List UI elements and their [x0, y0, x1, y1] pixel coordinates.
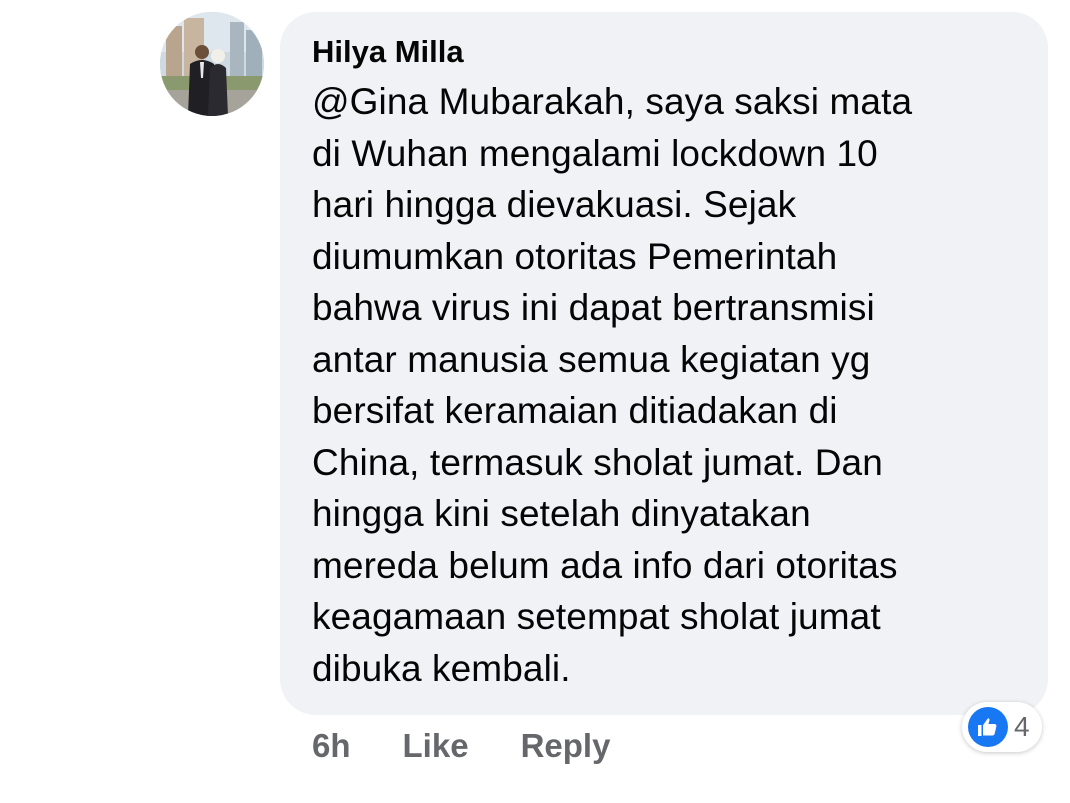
reply-button[interactable]: Reply	[521, 727, 611, 765]
comment-item: Hilya Milla @Gina Mubarakah, saya saksi …	[0, 0, 1070, 803]
reaction-count: 4	[1014, 711, 1030, 742]
comment-bubble: Hilya Milla @Gina Mubarakah, saya saksi …	[280, 12, 1048, 715]
comment-actions: 6h Like Reply	[312, 724, 610, 768]
reaction-summary[interactable]: 4	[962, 702, 1042, 752]
like-button[interactable]: Like	[403, 727, 469, 765]
comment-author-name[interactable]: Hilya Milla	[312, 34, 1018, 70]
comment-text: @Gina Mubarakah, saya saksi mata di Wuha…	[312, 81, 913, 689]
author-avatar[interactable]	[160, 12, 264, 116]
avatar-photo	[160, 12, 264, 116]
comment-timestamp[interactable]: 6h	[312, 727, 351, 765]
like-thumbs-up-icon	[968, 707, 1008, 747]
